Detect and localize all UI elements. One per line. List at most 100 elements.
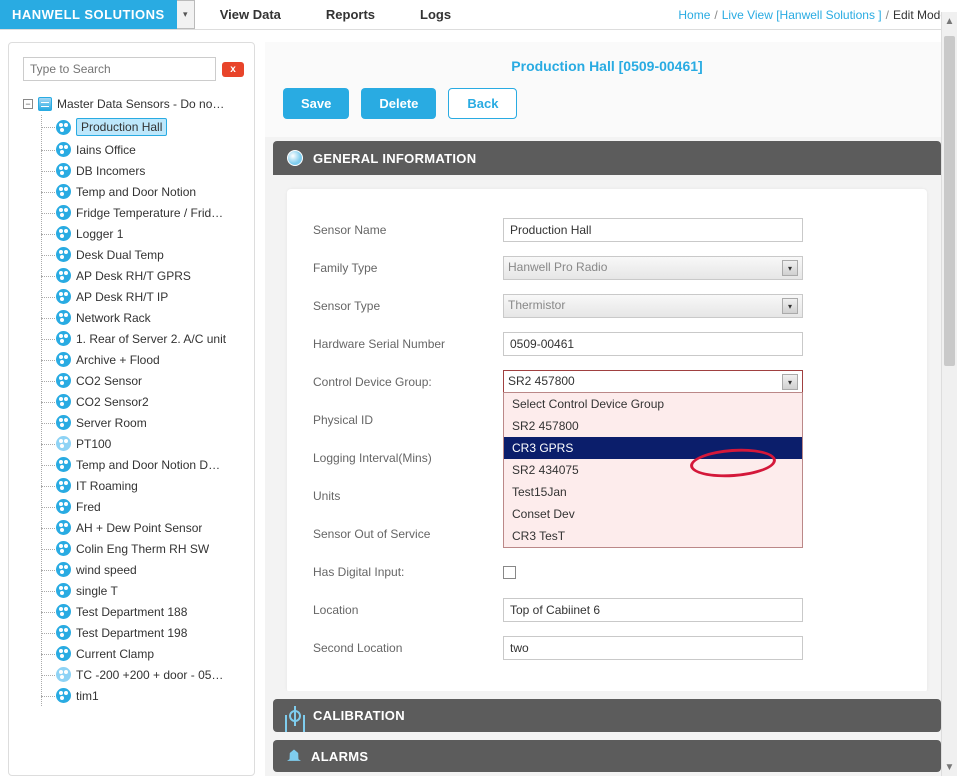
grid-icon	[38, 97, 52, 111]
panel-alarms-header[interactable]: ALARMS	[273, 740, 941, 772]
tree-item[interactable]: Temp and Door Notion D…	[42, 454, 254, 475]
control-group-option[interactable]: Test15Jan	[504, 481, 802, 503]
tree-item-label: IT Roaming	[76, 479, 138, 493]
sensor-icon	[56, 142, 71, 157]
search-input[interactable]	[23, 57, 216, 81]
tree-item[interactable]: Test Department 188	[42, 601, 254, 622]
sidebar: x − Master Data Sensors - Do not… Produc…	[8, 42, 255, 776]
sensor-icon	[56, 436, 71, 451]
scroll-thumb[interactable]	[944, 42, 949, 366]
sensor-name-input[interactable]	[503, 218, 803, 242]
tree-item-label: Temp and Door Notion D…	[76, 458, 220, 472]
tree-item[interactable]: CO2 Sensor	[42, 370, 254, 391]
row-has-digital: Has Digital Input:	[313, 553, 901, 591]
brand[interactable]: HANWELL SOLUTIONS	[0, 0, 177, 29]
save-button[interactable]: Save	[283, 88, 349, 119]
sensor-icon	[56, 667, 71, 682]
tree-item-label: Test Department 198	[76, 626, 187, 640]
label-units: Units	[313, 489, 503, 503]
menu-logs[interactable]: Logs	[420, 7, 451, 22]
bell-icon	[287, 749, 301, 763]
breadcrumb-home[interactable]: Home	[678, 8, 710, 22]
tree-item[interactable]: AP Desk RH/T IP	[42, 286, 254, 307]
control-group-option[interactable]: Conset Dev	[504, 503, 802, 525]
tree-item[interactable]: Server Room	[42, 412, 254, 433]
tree-item[interactable]: tim1	[42, 685, 254, 706]
sensor-icon	[56, 352, 71, 367]
control-group-option[interactable]: SR2 434075	[504, 459, 802, 481]
serial-input[interactable]	[503, 332, 803, 356]
menu-reports[interactable]: Reports	[326, 7, 375, 22]
tree-item[interactable]: AH + Dew Point Sensor	[42, 517, 254, 538]
delete-button[interactable]: Delete	[361, 88, 436, 119]
label-serial: Hardware Serial Number	[313, 337, 503, 351]
panel-alarms: ALARMS	[273, 740, 941, 772]
tree-item-label: DB Incomers	[76, 164, 145, 178]
tree-item-label: Test Department 188	[76, 605, 187, 619]
tree-item[interactable]: wind speed	[42, 559, 254, 580]
sensor-type-value: Thermistor	[508, 298, 565, 312]
tree-item[interactable]: single T	[42, 580, 254, 601]
control-group-option[interactable]: SR2 457800	[504, 415, 802, 437]
family-type-select[interactable]: Hanwell Pro Radio ▾	[503, 256, 803, 280]
tree-item[interactable]: DB Incomers	[42, 160, 254, 181]
second-location-input[interactable]	[503, 636, 803, 660]
clear-search-icon[interactable]: x	[222, 62, 244, 77]
tree-item[interactable]: Temp and Door Notion	[42, 181, 254, 202]
panel-general-header[interactable]: GENERAL INFORMATION	[273, 141, 941, 175]
tree-item[interactable]: CO2 Sensor2	[42, 391, 254, 412]
tree-item[interactable]: Logger 1	[42, 223, 254, 244]
back-button[interactable]: Back	[448, 88, 517, 119]
control-group-option[interactable]: Select Control Device Group	[504, 393, 802, 415]
sensor-icon	[56, 331, 71, 346]
scroll-down-icon[interactable]: ▼	[942, 758, 949, 776]
tree-item[interactable]: Archive + Flood	[42, 349, 254, 370]
menu-view-data[interactable]: View Data	[220, 7, 281, 22]
row-family-type: Family Type Hanwell Pro Radio ▾	[313, 249, 901, 287]
sensor-type-select[interactable]: Thermistor ▾	[503, 294, 803, 318]
tree-item[interactable]: Test Department 198	[42, 622, 254, 643]
control-group-select[interactable]: SR2 457800 ▾	[503, 370, 803, 394]
has-digital-checkbox[interactable]	[503, 566, 516, 579]
sensor-icon	[56, 205, 71, 220]
tree-root[interactable]: − Master Data Sensors - Do not…	[13, 93, 254, 115]
tree-item[interactable]: Production Hall	[42, 115, 254, 139]
tree-items: Production HallIains Office DB Incomers Te…	[41, 115, 254, 706]
sensor-icon	[56, 310, 71, 325]
tree-item[interactable]: TC -200 +200 + door - 05…	[42, 664, 254, 685]
collapse-icon[interactable]: −	[23, 99, 33, 109]
tree-item-label: TC -200 +200 + door - 05…	[76, 668, 223, 682]
control-group-option[interactable]: CR3 GPRS	[504, 437, 802, 459]
tree-item[interactable]: Fridge Temperature / Frid…	[42, 202, 254, 223]
tree-item[interactable]: 1. Rear of Server 2. A/C unit	[42, 328, 254, 349]
tree-item[interactable]: Current Clamp	[42, 643, 254, 664]
panel-calibration-title: CALIBRATION	[313, 708, 405, 723]
breadcrumb-current: Edit Mode	[893, 8, 947, 22]
tree-item[interactable]: Fred	[42, 496, 254, 517]
panel-general-body: Sensor Name Family Type Hanwell Pro Radi…	[287, 189, 927, 691]
sensor-icon	[56, 625, 71, 640]
tree-item-label: Fred	[76, 500, 101, 514]
tree-item[interactable]: Iains Office	[42, 139, 254, 160]
main: Production Hall [0509-00461] Save Delete…	[265, 42, 949, 776]
panel-calibration-header[interactable]: CALIBRATION	[273, 699, 941, 732]
chevron-down-icon: ▾	[782, 260, 798, 276]
tree-item-label: AP Desk RH/T GPRS	[76, 269, 191, 283]
label-physical-id: Physical ID	[313, 413, 503, 427]
chevron-down-icon: ▾	[782, 298, 798, 314]
brand-dropdown-toggle[interactable]: ▾	[177, 0, 195, 29]
tree-item[interactable]: AP Desk RH/T GPRS	[42, 265, 254, 286]
control-group-option[interactable]: CR3 TesT	[504, 525, 802, 547]
control-group-dropdown: Select Control Device GroupSR2 457800CR3…	[503, 392, 803, 548]
label-location: Location	[313, 603, 503, 617]
breadcrumb-live-view[interactable]: Live View [Hanwell Solutions ]	[722, 8, 882, 22]
tree-item[interactable]: PT100	[42, 433, 254, 454]
vertical-scrollbar[interactable]: ▲ ▼	[941, 42, 949, 776]
chevron-down-icon[interactable]: ▾	[782, 374, 798, 390]
location-input[interactable]	[503, 598, 803, 622]
tree-item-label: Network Rack	[76, 311, 151, 325]
tree-item[interactable]: IT Roaming	[42, 475, 254, 496]
tree-item[interactable]: Colin Eng Therm RH SW	[42, 538, 254, 559]
tree-item[interactable]: Network Rack	[42, 307, 254, 328]
tree-item[interactable]: Desk Dual Temp	[42, 244, 254, 265]
